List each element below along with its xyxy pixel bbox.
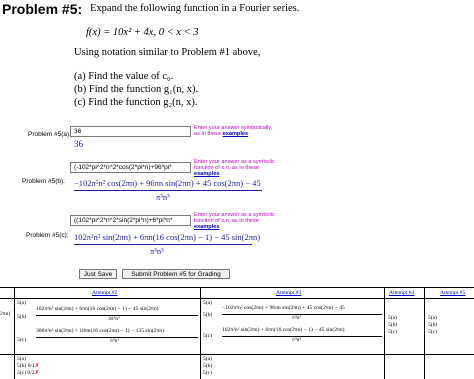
examples-link-c[interactable]: examples [194,224,220,230]
att5-label-a: 5(a) [428,315,438,321]
answer-b-preview-den: π³n³ [156,192,170,202]
answer-a-input[interactable]: 36 [70,126,191,137]
answer-b-input[interactable]: (-102*pi^2*n^2*cos(2*pi*n)+96*pi* [70,162,191,173]
att2-b-num: 102π²n² sin(2πn) + 6πn(16 cos(2πn) − 1) … [36,306,159,312]
wrong-mark-icon: ✗ [34,363,40,369]
problem-prompt: Expand the following function in a Fouri… [90,3,300,14]
answer-c-preview-num: 102π²n² sin(2πn) + 6πn(16 cos(2πn) − 1) … [74,232,261,242]
att3-b-bar [222,314,382,315]
examples-link-a[interactable]: examples [223,131,249,137]
wrong-mark-icon: ✗ [34,370,40,376]
att2-c-num: 306π²n² sin(2πn) + 18πn(16 cos(2πn) − 1)… [36,328,165,334]
answer-a-label: Problem #5(a): [28,131,71,138]
part-b-text: (b) Find the function g₁(n, x). [74,84,199,95]
part-c-text: (c) Find the function g₂(n, x). [74,97,198,108]
answer-c-label: Problem #5(c): [26,232,69,239]
attempt-5-header[interactable]: Attempt #5 [440,290,465,296]
answer-a-preview: 36 [74,139,83,149]
submit-grading-button[interactable]: Submit Problem #5 for Grading [122,269,230,279]
answer-c-fraction-bar [74,244,252,245]
attempt-2-header[interactable]: Attempt #2 [92,290,117,296]
examples-link-b[interactable]: examples [194,171,220,177]
attempts-header-rule [0,298,474,299]
att3-label-c: 5(c) [203,333,213,339]
answer-b-preview-num: −102π²n² cos(2πn) + 96πn sin(2πn) + 45 c… [74,178,261,188]
att2-label-b: 5(b) [17,314,27,320]
col-divider [384,287,385,379]
att2-summary-a: 5(a) [17,356,27,362]
att3-c-num: 102π²n² sin(2πn) + 6πn(16 cos(2πn) − 1) … [222,327,345,333]
att2-summary-c: 5(c) 0/2✗ [17,370,40,376]
att3-summary-b: 5(b) [203,363,213,369]
att2-label-a: 5(a) [17,300,27,306]
attempts-row-rule [0,354,474,355]
part-a-text: (a) Find the value of c₀. [74,71,174,82]
att3-summary-c: 5(c) [203,370,213,376]
att3-summary-a: 5(a) [203,356,213,362]
answer-a-hint: Enter your answer symbolically, as in th… [194,125,273,138]
att2-c-den: π³n³ [110,338,119,344]
att3-c-den: π³n³ [292,337,301,343]
function-def: f(x) = 10x² + 4x, 0 < x < 3 [86,27,199,38]
answer-b-fraction-bar [74,190,262,191]
just-save-button[interactable]: Just Save [79,269,117,279]
answer-b-hint: Enter your answer as a symbolic function… [194,159,275,178]
att5-label-c: 5(c) [428,329,438,335]
attempts-table-top [0,287,474,288]
att3-label-a: 5(a) [203,300,213,306]
attempt-3-header[interactable]: Attempt #3 [276,290,301,296]
left-partial-text: 2πn) [0,311,11,317]
att3-b-den: π³n³ [292,315,301,321]
col-divider [200,287,201,379]
att4-label-c: 5(c) [388,329,398,335]
problem-title: Problem #5: [2,1,83,17]
att3-label-b: 5(b) [203,312,213,318]
answer-c-hint: Enter your answer as a symbolic function… [194,212,275,231]
att5-label-b: 5(b) [428,322,438,328]
att3-b-num: −102π²n² cos(2πn) + 96πn sin(2πn) + 45 c… [222,305,345,311]
att4-label-a: 5(a) [388,315,398,321]
answer-c-input[interactable]: ((102*pi^2*n^2*sin(2*pi*n)+6*pi*n* [70,215,191,226]
answer-c-preview-den: π³n³ [150,246,164,256]
answer-b-label: Problem #5(b): [22,178,65,185]
att4-label-b: 5(b) [388,322,398,328]
col-divider [14,287,15,379]
attempt-4-header[interactable]: Attempt #4 [389,290,414,296]
att2-b-den: 3π³n³ [108,316,120,322]
att3-c-bar [222,336,382,337]
col-divider [424,287,425,379]
att2-summary-b: 5(b) 0/1✗ [17,363,40,369]
att2-label-c: 5(c) [17,337,27,343]
notation-text: Using notation similar to Problem #1 abo… [74,47,261,58]
